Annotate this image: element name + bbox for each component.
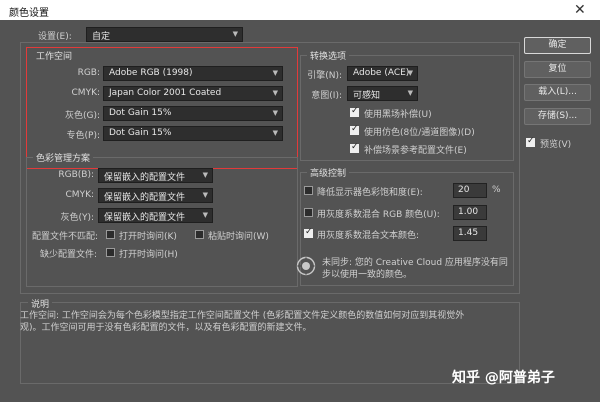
chevron-down-icon: ▼	[202, 191, 208, 199]
desaturate-label: 降低显示器色彩饱和度(E):	[317, 188, 423, 198]
chevron-down-icon: ▼	[407, 69, 413, 77]
color-management-title: 色彩管理方案	[33, 151, 94, 164]
preview-checkbox[interactable]	[526, 136, 535, 147]
cm-cmyk-label: CMYK:	[65, 190, 94, 200]
cm-gray-value: 保留嵌入的配置文件	[104, 213, 186, 223]
description-title: 说明	[28, 297, 53, 310]
ws-spot-value: Dot Gain 15%	[109, 128, 172, 138]
compensate-label: 补偿场景参考配置文件(E)	[364, 146, 467, 156]
desaturate-input[interactable]: 20	[453, 183, 487, 198]
ws-gray-value: Dot Gain 15%	[109, 108, 172, 118]
blend-text-input[interactable]: 1.45	[453, 226, 487, 241]
color-settings-dialog: 设置(E): 自定 ▼ 工作空间 RGB: Adobe RGB (1998) ▼…	[0, 20, 600, 402]
sync-status-line2: 步以使用一致的颜色。	[322, 270, 413, 280]
cm-gray-label: 灰色(Y):	[60, 213, 94, 223]
ws-cmyk-label: CMYK:	[71, 88, 100, 98]
ask-paste-checkbox[interactable]	[195, 230, 204, 239]
dither-checkbox[interactable]	[350, 124, 359, 135]
engine-value: Adobe (ACE)	[353, 68, 410, 78]
ask-open-label-1: 打开时询问(K)	[119, 232, 177, 242]
ok-button[interactable]: 确定	[524, 37, 591, 54]
cm-cmyk-value: 保留嵌入的配置文件	[104, 193, 186, 203]
working-spaces-title: 工作空间	[33, 49, 76, 62]
chevron-down-icon: ▼	[272, 69, 278, 77]
settings-label: 设置(E):	[38, 32, 72, 42]
cm-rgb-dropdown[interactable]: 保留嵌入的配置文件 ▼	[98, 168, 213, 183]
bpc-checkbox[interactable]	[350, 106, 359, 117]
ws-spot-label: 专色(P):	[66, 131, 100, 141]
intent-label: 意图(I):	[311, 91, 342, 101]
bpc-label: 使用黑场补偿(U)	[364, 110, 432, 120]
engine-label: 引擎(N):	[307, 71, 342, 81]
chevron-down-icon: ▼	[202, 211, 208, 219]
chevron-down-icon: ▼	[202, 171, 208, 179]
cm-cmyk-dropdown[interactable]: 保留嵌入的配置文件 ▼	[98, 188, 213, 203]
compensate-checkbox[interactable]	[350, 142, 359, 153]
cm-rgb-label: RGB(B):	[58, 170, 94, 180]
ws-rgb-label: RGB:	[77, 68, 100, 78]
conversion-options-title: 转换选项	[307, 49, 350, 62]
ask-paste-label: 粘贴时询问(W)	[208, 232, 269, 242]
save-button[interactable]: 存储(S)...	[524, 108, 591, 125]
desaturate-checkbox[interactable]	[304, 186, 313, 195]
chevron-down-icon: ▼	[407, 89, 413, 97]
watermark: 知乎 @阿普弟子	[452, 370, 555, 386]
ws-spot-dropdown[interactable]: Dot Gain 15% ▼	[103, 126, 283, 141]
ask-open-label-2: 打开时询问(H)	[119, 250, 178, 260]
blend-rgb-checkbox[interactable]	[304, 208, 313, 217]
ws-rgb-dropdown[interactable]: Adobe RGB (1998) ▼	[103, 66, 283, 81]
advanced-controls-title: 高级控制	[307, 166, 350, 179]
description-line1: 工作空间: 工作空间会为每个色彩模型指定工作空间配置文件 (色彩配置文件定义颜色…	[20, 311, 465, 321]
engine-dropdown[interactable]: Adobe (ACE) ▼	[347, 66, 418, 81]
chevron-down-icon: ▼	[272, 129, 278, 137]
desaturate-unit: %	[492, 185, 501, 195]
close-icon[interactable]: ✕	[574, 2, 586, 18]
window-title: 颜色设置	[9, 8, 49, 19]
ask-open-checkbox-2[interactable]	[106, 248, 115, 257]
intent-value: 可感知	[353, 91, 381, 101]
description-line2: 观)。工作空间可用于没有色彩配置的文件，以及有色彩配置的新建文件。	[20, 323, 312, 333]
blend-text-checkbox[interactable]	[304, 227, 313, 238]
ws-cmyk-dropdown[interactable]: Japan Color 2001 Coated ▼	[103, 86, 283, 101]
blend-text-label: 用灰度系数混合文本颜色:	[317, 231, 420, 241]
chevron-down-icon: ▼	[232, 30, 238, 38]
intent-dropdown[interactable]: 可感知 ▼	[347, 86, 418, 101]
settings-dropdown[interactable]: 自定 ▼	[86, 27, 243, 42]
dither-label: 使用仿色(8位/通道图像)(D)	[364, 128, 475, 138]
creative-cloud-sync-icon	[296, 256, 316, 276]
missing-label: 缺少配置文件:	[40, 250, 98, 260]
settings-value: 自定	[92, 32, 111, 42]
blend-rgb-label: 用灰度系数混合 RGB 颜色(U):	[317, 210, 440, 220]
mismatch-label: 配置文件不匹配:	[32, 232, 99, 242]
ws-gray-dropdown[interactable]: Dot Gain 15% ▼	[103, 106, 283, 121]
cm-rgb-value: 保留嵌入的配置文件	[104, 173, 186, 183]
chevron-down-icon: ▼	[272, 89, 278, 97]
blend-rgb-input[interactable]: 1.00	[453, 205, 487, 220]
load-button[interactable]: 载入(L)...	[524, 84, 591, 101]
chevron-down-icon: ▼	[272, 109, 278, 117]
title-bar: 颜色设置 ✕	[0, 0, 600, 20]
cm-gray-dropdown[interactable]: 保留嵌入的配置文件 ▼	[98, 208, 213, 223]
ws-gray-label: 灰色(G):	[64, 111, 100, 121]
ask-open-checkbox-1[interactable]	[106, 230, 115, 239]
reset-button[interactable]: 复位	[524, 61, 591, 78]
ws-cmyk-value: Japan Color 2001 Coated	[109, 88, 222, 98]
preview-label: 预览(V)	[540, 140, 572, 150]
ws-rgb-value: Adobe RGB (1998)	[109, 68, 193, 78]
